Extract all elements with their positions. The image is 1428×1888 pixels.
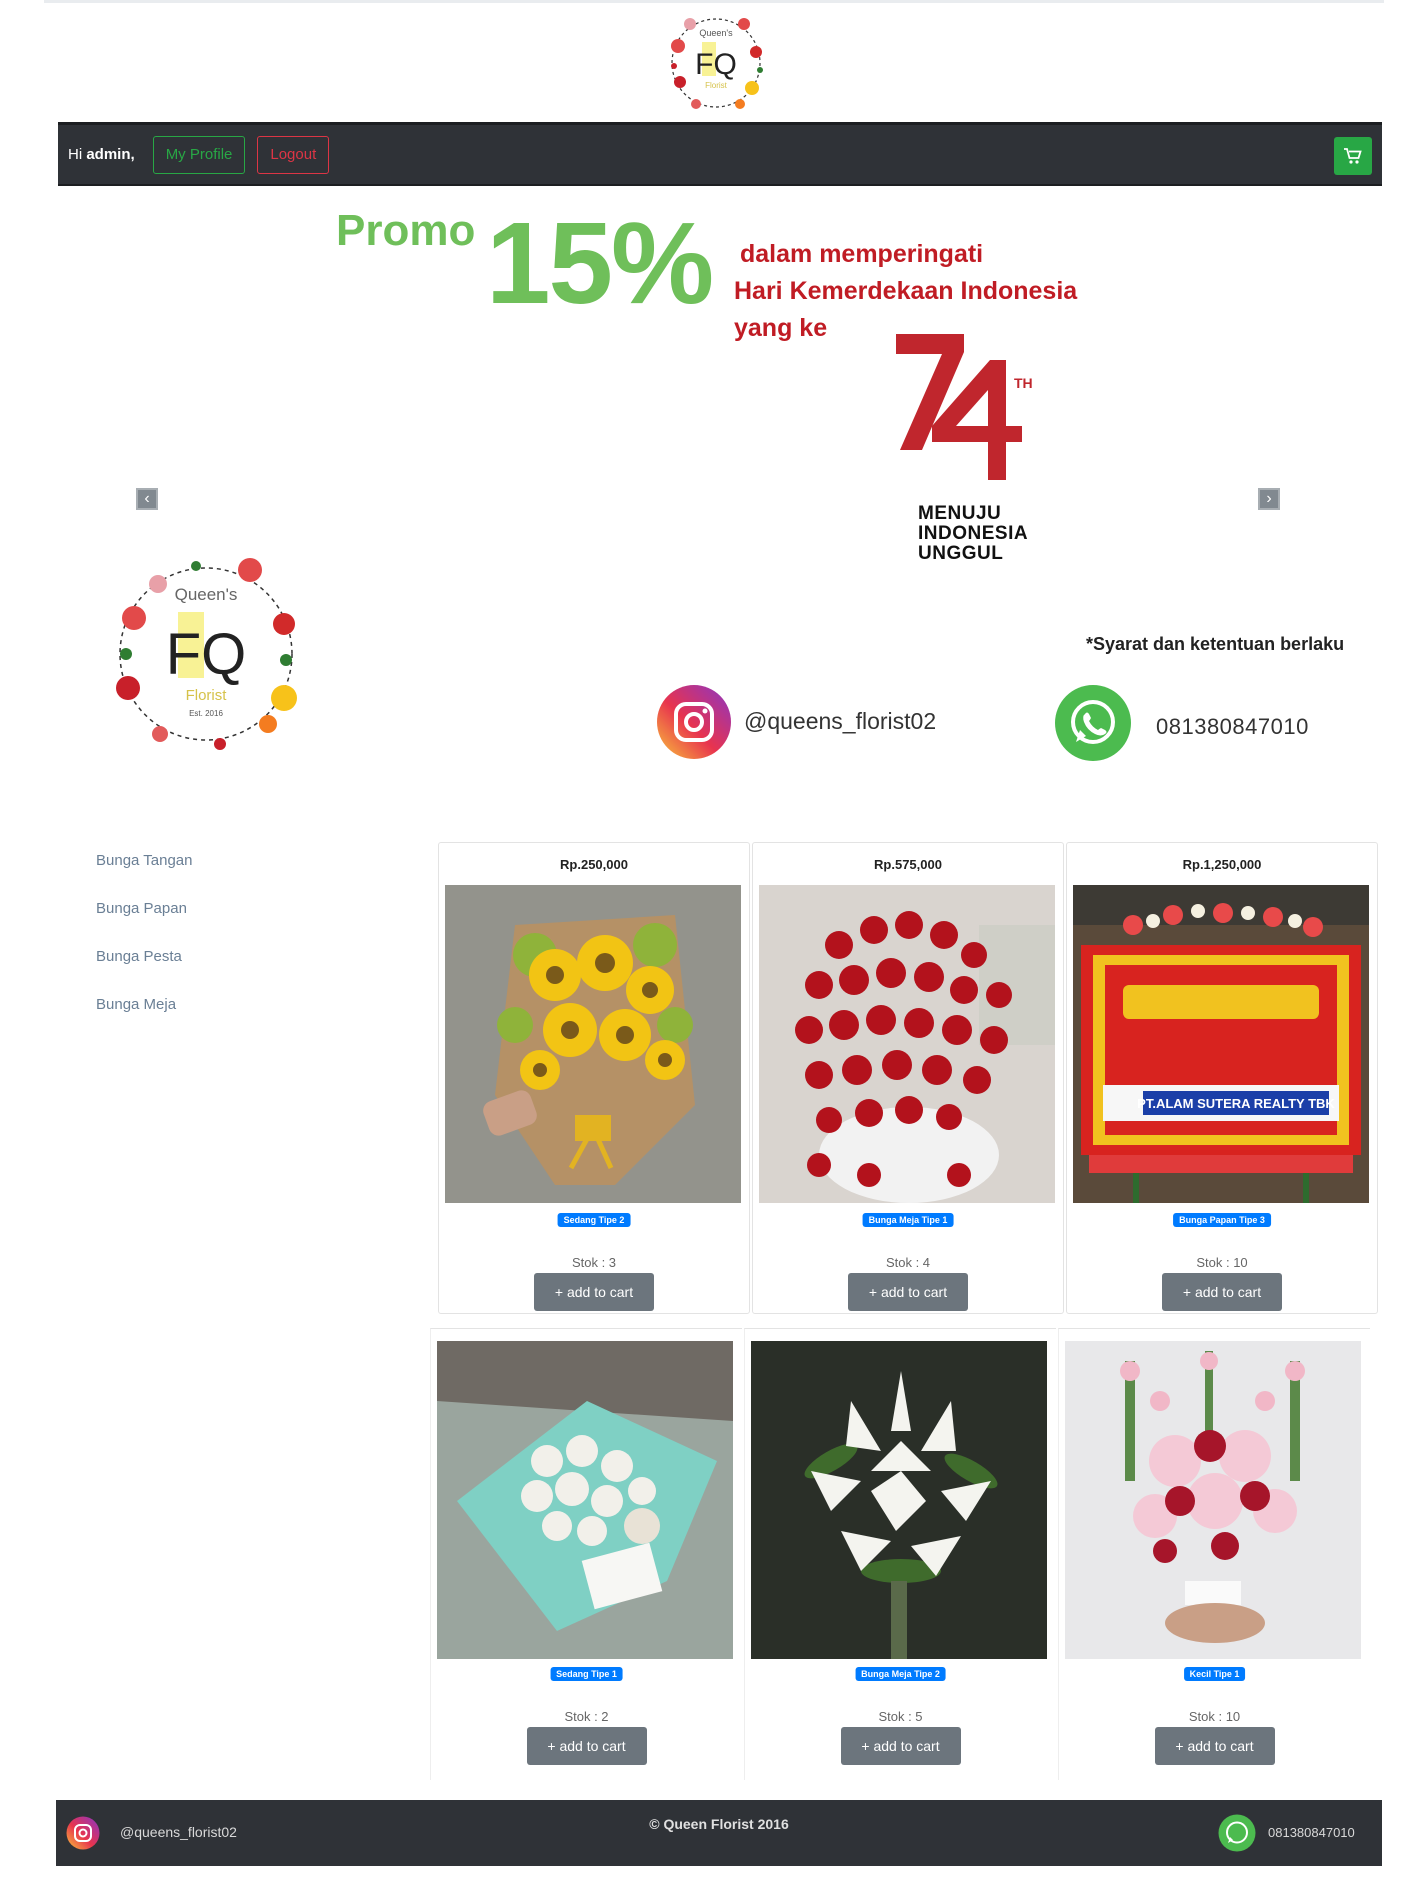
svg-text:FQ: FQ: [695, 48, 737, 81]
promo-percent: 15%: [486, 198, 714, 328]
add-to-cart-button[interactable]: + add to cart: [1162, 1273, 1282, 1311]
svg-text:PT.ALAM SUTERA REALTY TBK: PT.ALAM SUTERA REALTY TBK: [1137, 1096, 1335, 1111]
cart-button[interactable]: [1334, 137, 1372, 175]
svg-text:Florist: Florist: [705, 81, 728, 90]
add-to-cart-button[interactable]: + add to cart: [848, 1273, 968, 1311]
svg-text:Queen's: Queen's: [699, 28, 733, 38]
tagline-line-2: INDONESIA: [918, 523, 1029, 544]
top-navbar: Hi admin, My Profile Logout: [58, 122, 1382, 186]
terms-note: *Syarat dan ketentuan berlaku: [1086, 634, 1345, 654]
site-footer: @queens_florist02 © Queen Florist 2016 0…: [56, 1800, 1382, 1866]
promo-line-1: dalam memperingati: [740, 240, 984, 268]
product-image[interactable]: [445, 885, 741, 1203]
product-card: Rp.1,250,000 PT.ALAM SUTERA REALTY TBK B…: [1066, 842, 1378, 1314]
product-image[interactable]: PT.ALAM SUTERA REALTY TBK: [1073, 885, 1369, 1203]
cart-icon: [1344, 148, 1362, 164]
chevron-right-icon: ›: [1266, 490, 1272, 507]
product-name-badge: Kecil Tipe 1: [1183, 1667, 1246, 1681]
logout-button[interactable]: Logout: [257, 135, 330, 174]
product-stock: Stok : 2: [564, 1709, 609, 1724]
product-stock: Stok : 10: [1188, 1709, 1241, 1724]
product-name-badge: Bunga Meja Tipe 2: [855, 1667, 946, 1681]
product-image[interactable]: [759, 885, 1055, 1203]
svg-text:TH: TH: [1014, 375, 1033, 391]
tagline-line-1: MENUJU: [918, 503, 1002, 524]
add-to-cart-button[interactable]: + add to cart: [840, 1727, 961, 1765]
promo-word: Promo: [336, 206, 476, 255]
sidebar-item-bunga-tangan[interactable]: Bunga Tangan: [96, 852, 192, 869]
product-image[interactable]: [751, 1341, 1047, 1659]
banner-whatsapp-number: 081380847010: [1156, 714, 1309, 739]
product-stock: Stok : 3: [571, 1255, 617, 1270]
add-to-cart-button[interactable]: + add to cart: [534, 1273, 654, 1311]
product-card: Rp.575,000 Bunga Meja Tipe 1 Stok : 4 + …: [752, 842, 1064, 1314]
site-logo[interactable]: Queen's FQ Florist: [660, 8, 772, 118]
my-profile-button[interactable]: My Profile: [152, 135, 246, 174]
svg-text:Queen's: Queen's: [175, 585, 238, 604]
product-name-badge: Sedang Tipe 2: [557, 1213, 631, 1227]
promo-line-2: Hari Kemerdekaan Indonesia: [734, 277, 1078, 305]
sidebar-item-bunga-meja[interactable]: Bunga Meja: [96, 996, 192, 1013]
carousel-prev-button[interactable]: ‹: [136, 488, 158, 510]
product-price: Rp.1,250,000: [1182, 857, 1262, 872]
whatsapp-icon: [1055, 685, 1131, 761]
carousel-next-button[interactable]: ›: [1258, 488, 1280, 510]
top-divider: [44, 0, 1384, 3]
product-price: Rp.575,000: [874, 857, 942, 872]
banner-instagram-handle: @queens_florist02: [744, 708, 937, 734]
sidebar-item-bunga-pesta[interactable]: Bunga Pesta: [96, 948, 192, 965]
sidebar-item-bunga-papan[interactable]: Bunga Papan: [96, 900, 192, 917]
product-stock: Stok : 4: [885, 1255, 931, 1270]
product-card: Sedang Tipe 1 Stok : 2 + add to cart: [430, 1328, 742, 1780]
add-to-cart-button[interactable]: + add to cart: [1154, 1727, 1275, 1765]
footer-whatsapp-number[interactable]: 081380847010: [1268, 1825, 1355, 1840]
florist-logo-icon: Queen's FQ Florist: [671, 18, 763, 109]
product-name-badge: Sedang Tipe 1: [550, 1667, 623, 1681]
svg-text:Est. 2016: Est. 2016: [189, 709, 223, 718]
product-image[interactable]: [437, 1341, 733, 1659]
product-name-badge: Bunga Papan Tipe 3: [1173, 1213, 1271, 1227]
instagram-icon: [657, 685, 731, 759]
greeting: Hi admin,: [68, 146, 135, 163]
category-sidebar: Bunga Tangan Bunga Papan Bunga Pesta Bun…: [96, 852, 192, 1044]
anniversary-tagline: MENUJU INDONESIA UNGGUL: [918, 504, 1028, 564]
banner-logo: Queen's FQ Florist Est. 2016: [100, 548, 312, 760]
product-card: Kecil Tipe 1 Stok : 10 + add to cart: [1058, 1328, 1370, 1780]
tagline-line-3: UNGGUL: [918, 543, 1004, 564]
svg-text:Florist: Florist: [186, 687, 228, 704]
add-to-cart-button[interactable]: + add to cart: [526, 1727, 647, 1765]
svg-text:FQ: FQ: [166, 622, 247, 687]
footer-copyright: © Queen Florist 2016: [649, 1816, 789, 1832]
chevron-left-icon: ‹: [144, 490, 150, 507]
anniversary-74-logo: TH: [896, 334, 1033, 480]
product-price: Rp.250,000: [560, 857, 628, 872]
florist-logo-icon: Queen's FQ Florist Est. 2016: [116, 558, 297, 750]
product-card: Rp.250,000 Sedang Tipe 2 Stok : 3 + add …: [438, 842, 750, 1314]
product-image[interactable]: [1065, 1341, 1361, 1659]
product-card: Bunga Meja Tipe 2 Stok : 5 + add to cart: [744, 1328, 1056, 1780]
product-stock: Stok : 5: [878, 1709, 923, 1724]
whatsapp-icon[interactable]: [1218, 1814, 1256, 1852]
product-stock: Stok : 10: [1196, 1255, 1248, 1270]
product-name-badge: Bunga Meja Tipe 1: [862, 1213, 954, 1227]
